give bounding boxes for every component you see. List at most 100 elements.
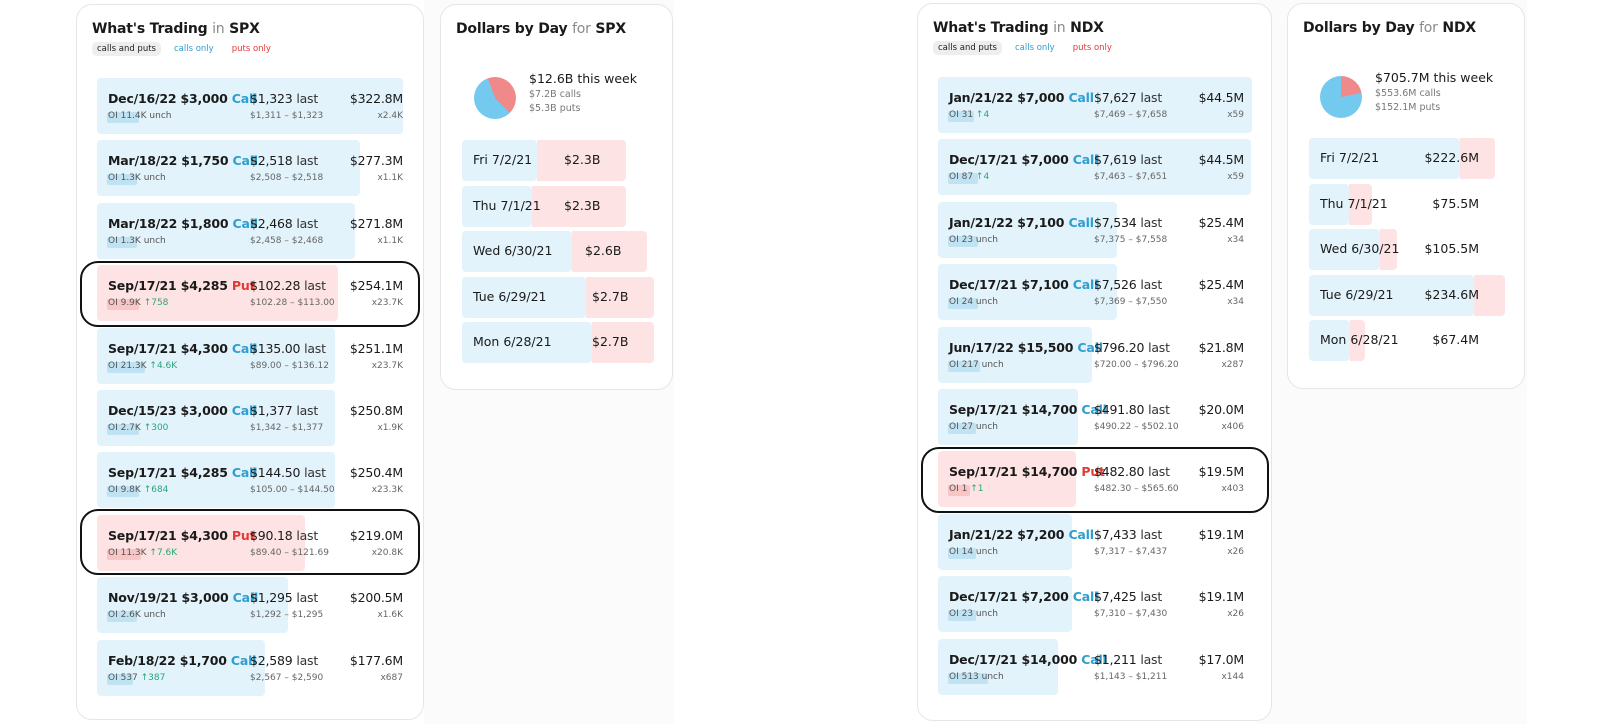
filter-puts-only[interactable]: puts only bbox=[227, 42, 276, 56]
table-row[interactable]: Sep/17/21 $4,300 Put OI 11.3K ↑7.6K $90.18… bbox=[97, 514, 415, 571]
filter-calls-and-puts[interactable]: calls and puts bbox=[92, 42, 161, 56]
last-value: $2,589 bbox=[250, 652, 297, 668]
day-row[interactable]: Fri 7/2/21 $222.6M bbox=[1309, 138, 1505, 179]
open-interest: OI 27 unch bbox=[949, 422, 998, 432]
multiplier-value: x1.1K bbox=[377, 235, 403, 246]
table-row[interactable]: Dec/17/21 $7,000 Call OI 87 ↑4 $7,619 last… bbox=[938, 139, 1256, 196]
oi-value: OI 27 bbox=[949, 422, 976, 432]
oi-value: OI 21.3K bbox=[108, 360, 150, 371]
last-value: $90.18 bbox=[250, 527, 297, 543]
contract-name: Jan/21/22 $7,000 bbox=[949, 90, 1069, 105]
day-row[interactable]: Wed 6/30/21 $2.6B bbox=[462, 231, 654, 272]
table-row[interactable]: Dec/17/21 $14,000 Call OI 513 unch $1,211 … bbox=[938, 638, 1256, 695]
premium-bar bbox=[938, 201, 1117, 258]
table-row[interactable]: Feb/18/22 $1,700 Call OI 537 ↑387 $2,589 l… bbox=[97, 639, 415, 696]
last-label: last bbox=[1140, 277, 1163, 293]
open-interest: OI 537 ↑387 bbox=[108, 673, 165, 683]
table-row[interactable]: Sep/17/21 $4,285 Call OI 9.8K ↑684 $144.50… bbox=[97, 452, 415, 509]
day-row[interactable]: Thu 7/1/21 $2.3B bbox=[462, 185, 654, 227]
filter-calls-only[interactable]: calls only bbox=[1010, 41, 1060, 55]
open-interest: OI 23 unch bbox=[949, 609, 998, 619]
last-label: last bbox=[304, 340, 326, 356]
premium-bar bbox=[938, 389, 1078, 445]
oi-change: unch bbox=[143, 235, 166, 246]
contract-name: Jan/21/22 $7,100 bbox=[949, 214, 1069, 230]
oi-value: OI 1 bbox=[949, 484, 971, 495]
filter-calls-and-puts[interactable]: calls and puts bbox=[933, 41, 1002, 55]
last-price: $7,619 last bbox=[1094, 152, 1162, 167]
filter-calls-only[interactable]: calls only bbox=[169, 42, 219, 56]
price-range: $89.40 – $121.69 bbox=[250, 547, 329, 558]
day-label: Mon 6/28/21 bbox=[1320, 332, 1399, 347]
oi-change: unch bbox=[143, 610, 166, 621]
table-row[interactable]: Sep/17/21 $4,300 Call OI 21.3K ↑4.6K $135.… bbox=[97, 327, 415, 384]
last-price: $144.50 last bbox=[250, 465, 326, 480]
oi-value: OI 24 bbox=[949, 297, 976, 308]
contract-label: Sep/17/21 $4,300 Call bbox=[108, 341, 257, 356]
last-label: last bbox=[296, 590, 319, 606]
price-range: $482.30 – $565.60 bbox=[1094, 484, 1179, 495]
spx-whats-trading-card: What's Trading in SPX calls and puts cal… bbox=[76, 4, 424, 720]
last-label: last bbox=[304, 465, 326, 481]
day-row[interactable]: Tue 6/29/21 $2.7B bbox=[462, 276, 654, 318]
price-range: $1,311 – $1,323 bbox=[250, 111, 324, 121]
multiplier-value: x1.9K bbox=[377, 423, 403, 433]
contract-name: Dec/17/21 $14,000 bbox=[949, 651, 1082, 667]
oi-value: OI 14 bbox=[949, 546, 976, 557]
premium-value: $277.3M bbox=[349, 153, 403, 169]
contract-name: Dec/16/22 $3,000 bbox=[108, 91, 232, 106]
table-row[interactable]: Dec/17/21 $7,100 Call OI 24 unch $7,526 la… bbox=[938, 264, 1256, 321]
day-row[interactable]: Wed 6/30/21 $105.5M bbox=[1309, 229, 1505, 270]
premium-bar bbox=[938, 576, 1072, 633]
table-row[interactable]: Jan/21/22 $7,000 Call OI 31 ↑4 $7,627 last… bbox=[938, 77, 1256, 133]
contract-name: Mar/18/22 $1,750 bbox=[108, 153, 233, 169]
contract-label: Sep/17/21 $4,300 Put bbox=[108, 528, 256, 543]
table-row[interactable]: Sep/17/21 $14,700 Call OI 27 unch $491.80 … bbox=[938, 389, 1256, 445]
premium-value: $271.8M bbox=[349, 215, 403, 231]
multiplier-value: x20.8K bbox=[371, 547, 403, 558]
contract-label: Nov/19/21 $3,000 Call bbox=[108, 590, 258, 605]
filter-tabs: calls and puts calls only puts only bbox=[92, 42, 276, 56]
price-range: $1,292 – $1,295 bbox=[250, 610, 324, 621]
day-row[interactable]: Mon 6/28/21 $2.7B bbox=[462, 322, 654, 363]
contract-name: Sep/17/21 $14,700 bbox=[949, 402, 1082, 417]
table-row[interactable]: Sep/17/21 $14,700 Put OI 1 ↑1 $482.80 last… bbox=[938, 451, 1256, 508]
open-interest: OI 1 ↑1 bbox=[949, 484, 983, 494]
table-row[interactable]: Jan/21/22 $7,100 Call OI 23 unch $7,534 la… bbox=[938, 201, 1256, 258]
table-row[interactable]: Mar/18/22 $1,750 Call OI 1.3K unch $2,518 … bbox=[97, 140, 415, 197]
table-row[interactable]: Sep/17/21 $4,285 Put OI 9.9K ↑758 $102.28 … bbox=[97, 265, 415, 322]
premium-value: $25.4M bbox=[1198, 214, 1245, 230]
last-price: $7,425 last bbox=[1094, 589, 1162, 604]
last-price: $2,518 last bbox=[250, 153, 318, 168]
last-value: $2,518 bbox=[250, 153, 297, 169]
day-row[interactable]: Fri 7/2/21 $2.3B bbox=[462, 140, 654, 181]
table-row[interactable]: Dec/15/23 $3,000 Call OI 2.7K ↑300 $1,377 … bbox=[97, 390, 415, 446]
price-range: $7,369 – $7,550 bbox=[1094, 297, 1168, 308]
open-interest: OI 1.3K unch bbox=[108, 173, 166, 183]
last-value: $135.00 bbox=[250, 340, 305, 356]
day-row[interactable]: Thu 7/1/21 $75.5M bbox=[1309, 183, 1505, 225]
table-row[interactable]: Dec/16/22 $3,000 Call OI 11.4K unch $1,323… bbox=[97, 78, 415, 134]
premium-bar bbox=[938, 264, 1117, 321]
filter-puts-only[interactable]: puts only bbox=[1068, 41, 1117, 55]
open-interest: OI 87 ↑4 bbox=[949, 172, 989, 182]
price-range: $89.00 – $136.12 bbox=[250, 360, 329, 371]
day-row[interactable]: Tue 6/29/21 $234.6M bbox=[1309, 274, 1505, 316]
open-interest: OI 2.6K unch bbox=[108, 610, 166, 620]
last-label: last bbox=[296, 527, 319, 543]
table-row[interactable]: Dec/17/21 $7,200 Call OI 23 unch $7,425 la… bbox=[938, 576, 1256, 633]
day-row[interactable]: Mon 6/28/21 $67.4M bbox=[1309, 320, 1505, 361]
multiplier-value: x34 bbox=[1227, 297, 1244, 308]
table-row[interactable]: Nov/19/21 $3,000 Call OI 2.6K unch $1,295 … bbox=[97, 577, 415, 634]
table-row[interactable]: Mar/18/22 $1,800 Call OI 1.3K unch $2,468 … bbox=[97, 202, 415, 259]
open-interest: OI 11.4K unch bbox=[108, 111, 171, 121]
day-label: Thu 7/1/21 bbox=[473, 197, 541, 213]
oi-value: OI 537 bbox=[108, 672, 141, 683]
last-label: last bbox=[1140, 589, 1163, 605]
price-range: $7,469 – $7,658 bbox=[1094, 110, 1168, 120]
day-label: Wed 6/30/21 bbox=[1320, 241, 1400, 256]
table-row[interactable]: Jun/17/22 $15,500 Call OI 217 unch $796.20… bbox=[938, 326, 1256, 383]
premium-bar bbox=[938, 326, 1092, 383]
table-row[interactable]: Jan/21/22 $7,200 Call OI 14 unch $7,433 la… bbox=[938, 513, 1256, 570]
premium-bar bbox=[938, 513, 1072, 570]
